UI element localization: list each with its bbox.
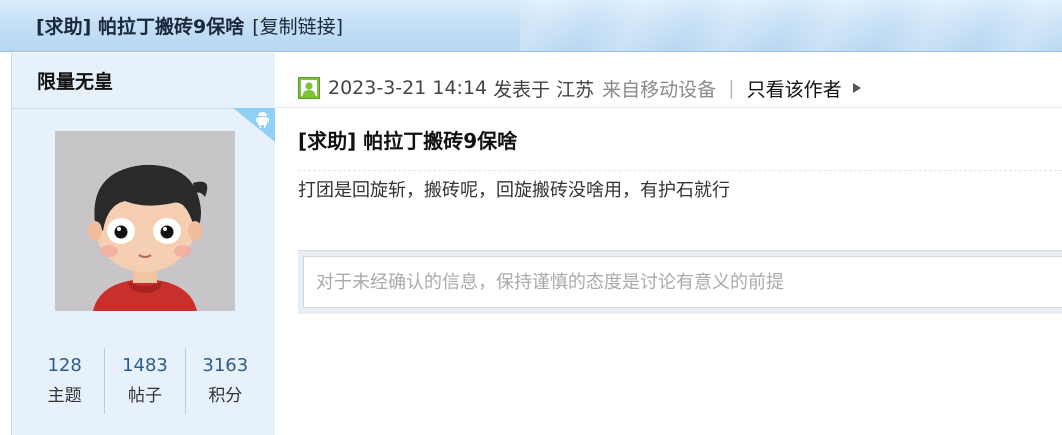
android-icon	[233, 108, 275, 142]
reply-input[interactable]	[303, 256, 1062, 308]
stat-value: 128	[47, 355, 82, 376]
post-meta: 2023-3-21 14:14 发表于 江苏 来自移动设备 | 只看该作者	[298, 73, 862, 103]
stat-label: 帖子	[127, 386, 162, 406]
stat-value: 3163	[202, 355, 249, 376]
meta-separator: |	[728, 77, 735, 99]
post-location: 江苏	[556, 78, 595, 101]
author-sidebar: 限量无皇 128 主题 1483 帖子 3163 积分	[11, 53, 275, 435]
post-title: [求助] 帕拉丁搬砖9保啥	[298, 129, 518, 153]
thread-header: [求助] 帕拉丁搬砖9保啥 [复制链接]	[0, 0, 1062, 52]
post-date: 2023-3-21 14:14	[328, 77, 488, 99]
meta-divider	[275, 107, 1062, 108]
post-content: 2023-3-21 14:14 发表于 江苏 来自移动设备 | 只看该作者 [求…	[275, 53, 1062, 435]
stat-label: 积分	[208, 386, 243, 406]
author-name[interactable]: 限量无皇	[37, 67, 113, 94]
quick-reply-box	[298, 250, 1062, 314]
author-name-row: 限量无皇	[12, 53, 275, 109]
copy-link-button[interactable]: [复制链接]	[252, 12, 343, 39]
posted-label: 发表于	[493, 78, 551, 101]
stat-points[interactable]: 3163 积分	[184, 348, 265, 414]
author-stats: 128 主题 1483 帖子 3163 积分	[25, 348, 265, 414]
avatar-image	[55, 131, 235, 311]
title-divider	[298, 170, 1062, 171]
user-online-icon	[298, 77, 320, 99]
post-device: 来自移动设备	[602, 78, 717, 101]
only-author-link[interactable]: 只看该作者	[747, 75, 842, 102]
stat-label: 主题	[47, 386, 82, 406]
caret-right-icon	[852, 83, 861, 93]
thread-title: [求助] 帕拉丁搬砖9保啥	[36, 16, 245, 38]
post-body: 打团是回旋斩，搬砖呢，回旋搬砖没啥用，有护石就行	[298, 180, 730, 201]
stat-value: 1483	[122, 355, 168, 376]
stat-posts[interactable]: 1483 帖子	[104, 348, 184, 414]
avatar[interactable]	[55, 131, 235, 311]
stat-topics[interactable]: 128 主题	[25, 348, 104, 414]
